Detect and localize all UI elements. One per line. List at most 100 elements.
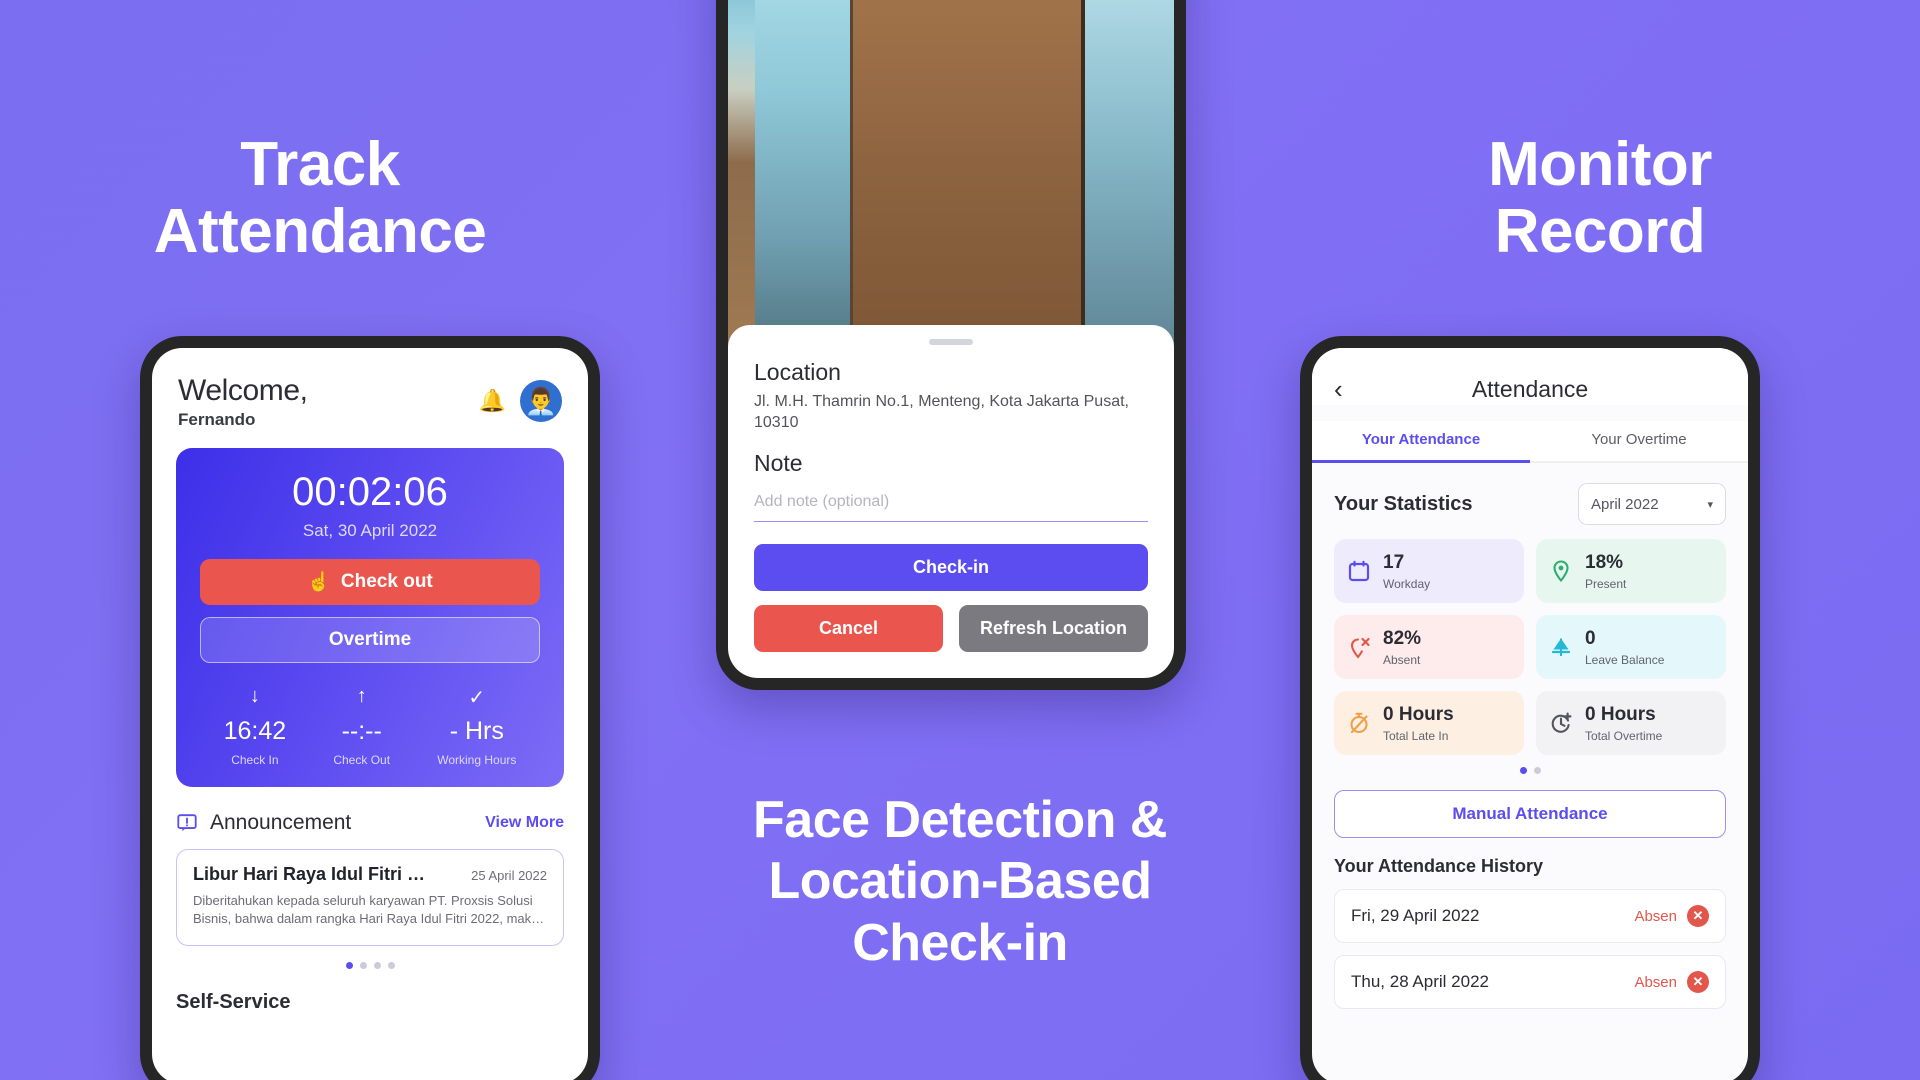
pager-dot[interactable] xyxy=(359,961,367,969)
cancel-button[interactable]: Cancel xyxy=(754,605,943,652)
stat-check-out: ↑ --:-- Check Out xyxy=(333,685,390,767)
map-pin-icon xyxy=(1553,560,1569,583)
camera-door-region xyxy=(754,0,853,369)
check-in-button[interactable]: Check-in xyxy=(754,544,1148,591)
headline-right-text: Monitor Record xyxy=(1488,130,1712,266)
history-title: Your Attendance History xyxy=(1334,856,1544,876)
refresh-location-button[interactable]: Refresh Location xyxy=(959,605,1148,652)
check-out-button[interactable]: ☝ Check out xyxy=(200,559,540,605)
headline-bottom-text: Face Detection & Location-Based Check-in xyxy=(753,791,1167,972)
tab-your-overtime[interactable]: Your Overtime xyxy=(1530,421,1748,463)
clock-stats: ↓ 16:42 Check In ↑ --:-- Check Out ✓ - H… xyxy=(200,685,540,767)
calendar-icon xyxy=(1348,560,1370,582)
announcement-title: Announcement xyxy=(210,811,352,834)
welcome-title: Welcome, xyxy=(178,374,308,407)
stat-value: 82% xyxy=(1383,627,1422,649)
pager-dot[interactable] xyxy=(387,961,395,969)
clock-card: 00:02:06 Sat, 30 April 2022 ☝ Check out … xyxy=(176,448,564,787)
stat-value: 0 xyxy=(1585,627,1596,649)
absent-cross-icon: ✕ xyxy=(1687,971,1709,993)
announcement-pager xyxy=(152,961,588,969)
history-row[interactable]: Thu, 28 April 2022 Absen ✕ xyxy=(1334,955,1726,1009)
stat-label: Present xyxy=(1585,576,1627,591)
arrow-down-icon: ↓ xyxy=(249,685,260,707)
history-row[interactable]: Fri, 29 April 2022 Absen ✕ xyxy=(1334,889,1726,943)
pager-dot[interactable] xyxy=(345,961,353,969)
back-icon[interactable]: ‹ xyxy=(1334,374,1368,405)
stat-value: 0 Hours xyxy=(1585,703,1656,725)
announcement-card-top: Libur Hari Raya Idul Fitri … 25 April 20… xyxy=(193,864,547,885)
current-date: Sat, 30 April 2022 xyxy=(302,521,438,540)
view-more-link[interactable]: View More xyxy=(485,814,564,832)
self-service-heading: Self-Service xyxy=(176,990,291,1013)
user-name: Fernando xyxy=(178,410,256,429)
stat-value: 18% xyxy=(1585,551,1624,573)
check-in-value: 16:42 xyxy=(223,717,287,745)
stat-label: Total Overtime xyxy=(1585,728,1663,743)
announcement-card-title: Libur Hari Raya Idul Fitri … xyxy=(193,864,426,884)
manual-attendance-button[interactable]: Manual Attendance xyxy=(1334,790,1726,838)
note-heading: Note xyxy=(754,450,803,476)
stat-text-total-late-in: 0 Hours Total Late In xyxy=(1383,704,1454,743)
phone-checkin-screen: Location Jl. M.H. Thamrin No.1, Menteng,… xyxy=(716,0,1186,690)
checkin-bottom-sheet: Location Jl. M.H. Thamrin No.1, Menteng,… xyxy=(728,324,1174,678)
pager-dot[interactable] xyxy=(1533,767,1541,774)
stat-card-present[interactable]: 18% Present xyxy=(1536,539,1726,603)
statistics-title: Your Statistics xyxy=(1334,492,1473,515)
stat-label: Workday xyxy=(1383,576,1431,591)
stat-card-total-overtime[interactable]: 0 Hours Total Overtime xyxy=(1536,691,1726,755)
check-out-label: Check out xyxy=(340,571,433,592)
month-filter-select[interactable]: April 2022 ▾ xyxy=(1578,483,1726,525)
month-filter-value: April 2022 xyxy=(1591,495,1659,513)
stat-text-absent: 82% Absent xyxy=(1383,628,1421,667)
stat-label: Absent xyxy=(1383,652,1421,667)
stat-value: 0 Hours xyxy=(1383,703,1454,725)
greeting-block: Welcome, Fernando xyxy=(178,374,308,430)
page-title: Attendance xyxy=(1471,376,1589,402)
sheet-grab-handle[interactable] xyxy=(929,338,973,345)
tab-your-attendance[interactable]: Your Attendance xyxy=(1312,421,1530,463)
announcement-title-group: Announcement xyxy=(176,811,351,835)
headline-face-detection: Face Detection & Location-Based Check-in xyxy=(660,790,1260,974)
announcement-card-body: Diberitahukan kepada seluruh karyawan PT… xyxy=(193,893,545,927)
pager-dot[interactable] xyxy=(1519,767,1527,774)
arrow-up-icon: ↑ xyxy=(356,685,367,707)
stat-card-workday[interactable]: 17 Workday xyxy=(1334,539,1524,603)
announcement-card[interactable]: Libur Hari Raya Idul Fitri … 25 April 20… xyxy=(176,849,564,946)
stat-text-total-overtime: 0 Hours Total Overtime xyxy=(1585,704,1662,743)
stat-card-absent[interactable]: 82% Absent xyxy=(1334,615,1524,679)
header-actions: 🔔 👨‍💼 xyxy=(479,380,562,422)
avatar[interactable]: 👨‍💼 xyxy=(520,380,562,422)
check-mark-icon: ✓ xyxy=(468,687,486,709)
check-out-value: --:-- xyxy=(341,717,382,745)
statistics-header: Your Statistics April 2022 ▾ xyxy=(1312,463,1748,525)
announcement-header: Announcement View More xyxy=(176,811,564,835)
history-date: Fri, 29 April 2022 xyxy=(1351,906,1480,925)
history-date: Thu, 28 April 2022 xyxy=(1351,972,1489,991)
stat-card-total-late-in[interactable]: 0 Hours Total Late In xyxy=(1334,691,1524,755)
stat-label: Total Late In xyxy=(1383,728,1449,743)
location-heading: Location xyxy=(754,358,841,385)
note-input[interactable]: Add note (optional) xyxy=(754,493,1148,522)
overtime-clock-icon xyxy=(1551,712,1572,733)
history-status-group: Absen ✕ xyxy=(1634,971,1709,993)
status-badge: Absen xyxy=(1634,907,1677,925)
overtime-button[interactable]: Overtime xyxy=(200,617,540,663)
pager-dot[interactable] xyxy=(373,961,381,969)
stat-text-leave-balance: 0 Leave Balance xyxy=(1585,628,1664,667)
avatar-emoji: 👨‍💼 xyxy=(524,385,558,416)
bell-icon[interactable]: 🔔 xyxy=(479,390,506,412)
check-in-label: Check In xyxy=(231,753,279,767)
attendance-topbar: ‹ Attendance xyxy=(1312,348,1748,405)
statistics-grid: 17 Workday 18% Present 82% Absent 0 Leav… xyxy=(1312,525,1748,755)
headline-left-text: Track Attendance xyxy=(153,130,487,266)
working-hours-label: Working Hours xyxy=(437,753,517,767)
stat-card-leave-balance[interactable]: 0 Leave Balance xyxy=(1536,615,1726,679)
stat-text-workday: 17 Workday xyxy=(1383,552,1430,591)
stat-check-in: ↓ 16:42 Check In xyxy=(224,685,287,767)
statistics-pager xyxy=(1312,767,1748,774)
headline-monitor-record: Monitor Record xyxy=(1330,130,1870,266)
stat-label: Leave Balance xyxy=(1585,652,1665,667)
pin-off-icon xyxy=(1350,637,1370,659)
phone-home-screen: Welcome, Fernando 🔔 👨‍💼 00:02:06 Sat, 30… xyxy=(140,336,600,1080)
